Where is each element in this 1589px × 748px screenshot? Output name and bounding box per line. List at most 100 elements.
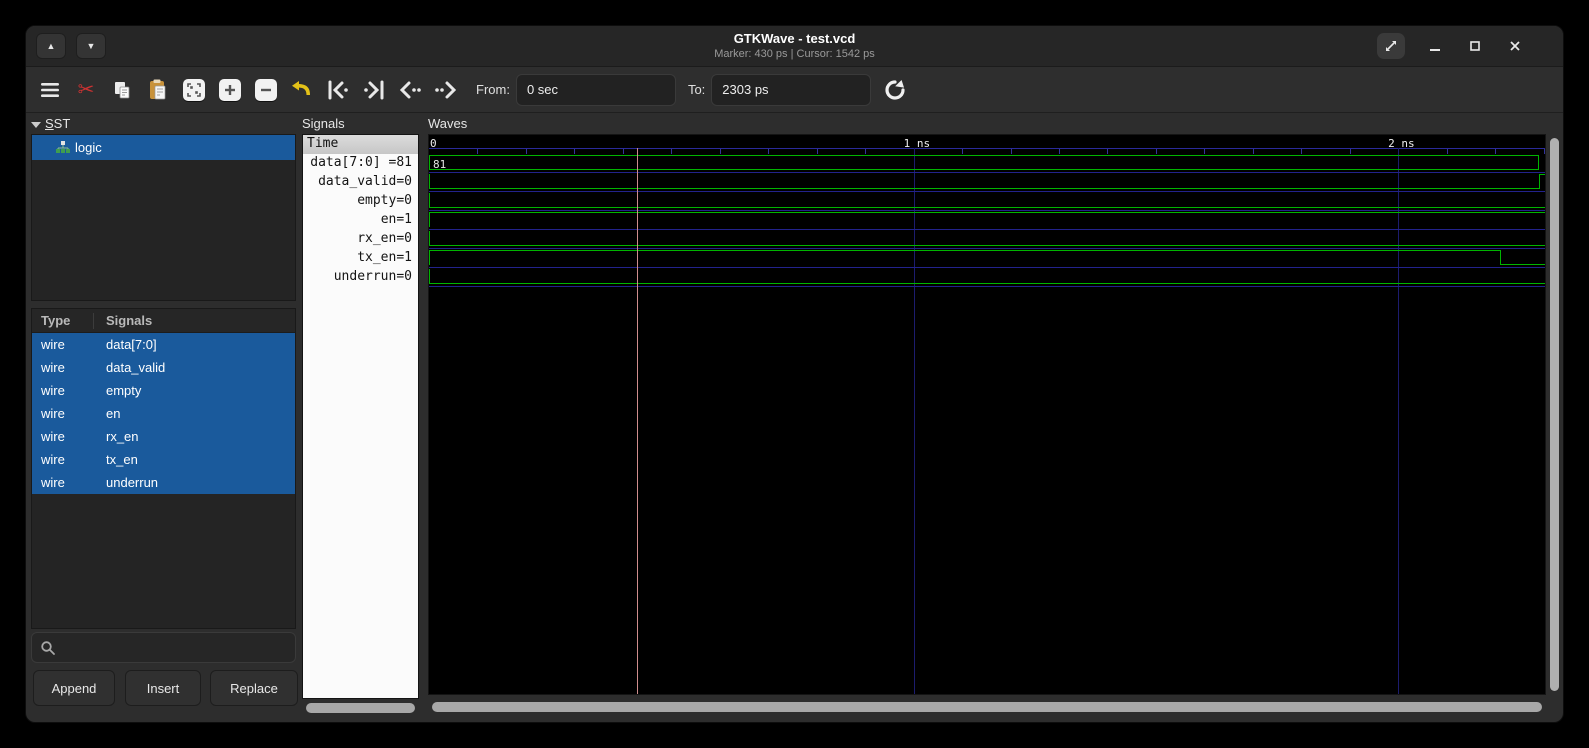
- wave-lane-underrun: [429, 268, 1545, 287]
- waves-vertical-scrollbar[interactable]: [1549, 136, 1560, 693]
- signals-panel-label: Signals: [302, 116, 345, 131]
- menu-button[interactable]: [32, 73, 68, 107]
- column-type: Type: [32, 313, 94, 329]
- table-row-data_valid[interactable]: wiredata_valid: [32, 356, 295, 379]
- signal-name-row[interactable]: en=1: [303, 211, 418, 230]
- undo-icon: [290, 80, 314, 100]
- close-icon: [1508, 39, 1522, 53]
- table-row-en[interactable]: wireen: [32, 402, 295, 425]
- cell-name: underrun: [94, 475, 158, 490]
- cell-type: wire: [32, 429, 94, 444]
- cut-button[interactable]: ✂: [68, 73, 104, 107]
- fetch-left-icon: [397, 80, 423, 100]
- timeline-label: 0: [430, 137, 437, 150]
- signal-name-row[interactable]: data[7:0] =81: [303, 154, 418, 173]
- cell-type: wire: [32, 383, 94, 398]
- fullscreen-button[interactable]: [1377, 33, 1405, 59]
- bit-transition: [1539, 174, 1540, 189]
- wave-canvas[interactable]: 01 ns2 ns81: [428, 134, 1546, 695]
- time-header[interactable]: Time: [303, 135, 418, 154]
- close-button[interactable]: [1501, 33, 1529, 59]
- bit-trace: [429, 250, 1500, 251]
- sst-expander-icon[interactable]: [31, 122, 41, 128]
- fetch-right-icon: [433, 80, 459, 100]
- minimize-button[interactable]: [1421, 33, 1449, 59]
- expand-icon: [1383, 38, 1399, 54]
- signal-name-row[interactable]: tx_en=1: [303, 249, 418, 268]
- table-row-data[7:0][interactable]: wiredata[7:0]: [32, 333, 295, 356]
- minimize-icon: [1428, 39, 1442, 53]
- cell-name: rx_en: [94, 429, 139, 444]
- sst-header[interactable]: SST: [31, 116, 70, 131]
- bit-transition: [429, 193, 430, 208]
- bit-transition: [429, 174, 430, 189]
- marker-cursor-status: Marker: 430 ps | Cursor: 1542 ps: [26, 48, 1563, 60]
- bus-value: 81: [433, 158, 446, 171]
- reload-icon: [884, 79, 906, 101]
- paste-icon: [148, 79, 168, 101]
- cell-type: wire: [32, 475, 94, 490]
- hierarchy-icon: [56, 141, 70, 154]
- cell-type: wire: [32, 406, 94, 421]
- signal-name-row[interactable]: data_valid=0: [303, 173, 418, 192]
- fetch-left-button[interactable]: [392, 73, 428, 107]
- waves-panel-label: Waves: [428, 116, 467, 131]
- fetch-right-button[interactable]: [428, 73, 464, 107]
- waves-horizontal-scrollbar[interactable]: [430, 701, 1544, 713]
- go-to-end-button[interactable]: [356, 73, 392, 107]
- copy-icon: [112, 80, 132, 100]
- signal-name-row[interactable]: rx_en=0: [303, 230, 418, 249]
- titlebar[interactable]: ▲ ▼ GTKWave - test.vcd Marker: 430 ps | …: [26, 26, 1563, 66]
- lane-separator: [429, 286, 1545, 287]
- cell-name: empty: [94, 383, 141, 398]
- bit-trace: [429, 245, 1545, 246]
- maximize-icon: [1468, 39, 1482, 53]
- zoom-in-button[interactable]: [212, 73, 248, 107]
- to-input[interactable]: [711, 74, 871, 106]
- bus-segment: 81: [429, 155, 1539, 170]
- table-row-underrun[interactable]: wireunderrun: [32, 471, 295, 494]
- wave-lane-data_valid: [429, 173, 1545, 192]
- insert-button[interactable]: Insert: [125, 670, 201, 706]
- wave-lane-rx_en: [429, 230, 1545, 249]
- wave-lane-empty: [429, 192, 1545, 211]
- signal-name-row[interactable]: underrun=0: [303, 268, 418, 287]
- tree-item-logic[interactable]: logic: [32, 135, 295, 160]
- signal-name-row[interactable]: empty=0: [303, 192, 418, 211]
- table-row-rx_en[interactable]: wirerx_en: [32, 425, 295, 448]
- replace-button[interactable]: Replace: [210, 670, 298, 706]
- bit-trace: [429, 212, 1545, 213]
- bit-transition: [429, 231, 430, 246]
- from-label: From:: [476, 82, 510, 97]
- paste-button[interactable]: [140, 73, 176, 107]
- bit-transition: [429, 250, 430, 265]
- zoom-in-icon: [219, 79, 241, 101]
- maximize-button[interactable]: [1461, 33, 1489, 59]
- zoom-fit-icon: [183, 79, 205, 101]
- undo-button[interactable]: [284, 73, 320, 107]
- table-row-empty[interactable]: wireempty: [32, 379, 295, 402]
- signal-names-panel[interactable]: Time data[7:0] =81data_valid=0empty=0en=…: [302, 134, 419, 699]
- search-icon: [40, 640, 56, 656]
- from-input[interactable]: [516, 74, 676, 106]
- reload-button[interactable]: [877, 73, 913, 107]
- menu-icon: [40, 82, 60, 98]
- append-button[interactable]: Append: [33, 670, 115, 706]
- zoom-out-button[interactable]: [248, 73, 284, 107]
- go-to-start-button[interactable]: [320, 73, 356, 107]
- signals-horizontal-scrollbar[interactable]: [304, 702, 417, 714]
- bit-trace: [429, 188, 1539, 189]
- signal-search-box[interactable]: [31, 632, 296, 663]
- wave-lane-tx_en: [429, 249, 1545, 268]
- go-to-start-icon: [325, 80, 351, 100]
- column-signals: Signals: [94, 313, 152, 328]
- zoom-fit-button[interactable]: [176, 73, 212, 107]
- gtkwave-window: ▲ ▼ GTKWave - test.vcd Marker: 430 ps | …: [25, 25, 1564, 723]
- copy-button[interactable]: [104, 73, 140, 107]
- table-row-tx_en[interactable]: wiretx_en: [32, 448, 295, 471]
- cell-type: wire: [32, 360, 94, 375]
- signal-table-header: Type Signals: [32, 309, 295, 333]
- sst-tree-panel[interactable]: logic: [31, 134, 296, 301]
- timeline-baseline: [429, 148, 1545, 149]
- wave-lane-en: [429, 211, 1545, 230]
